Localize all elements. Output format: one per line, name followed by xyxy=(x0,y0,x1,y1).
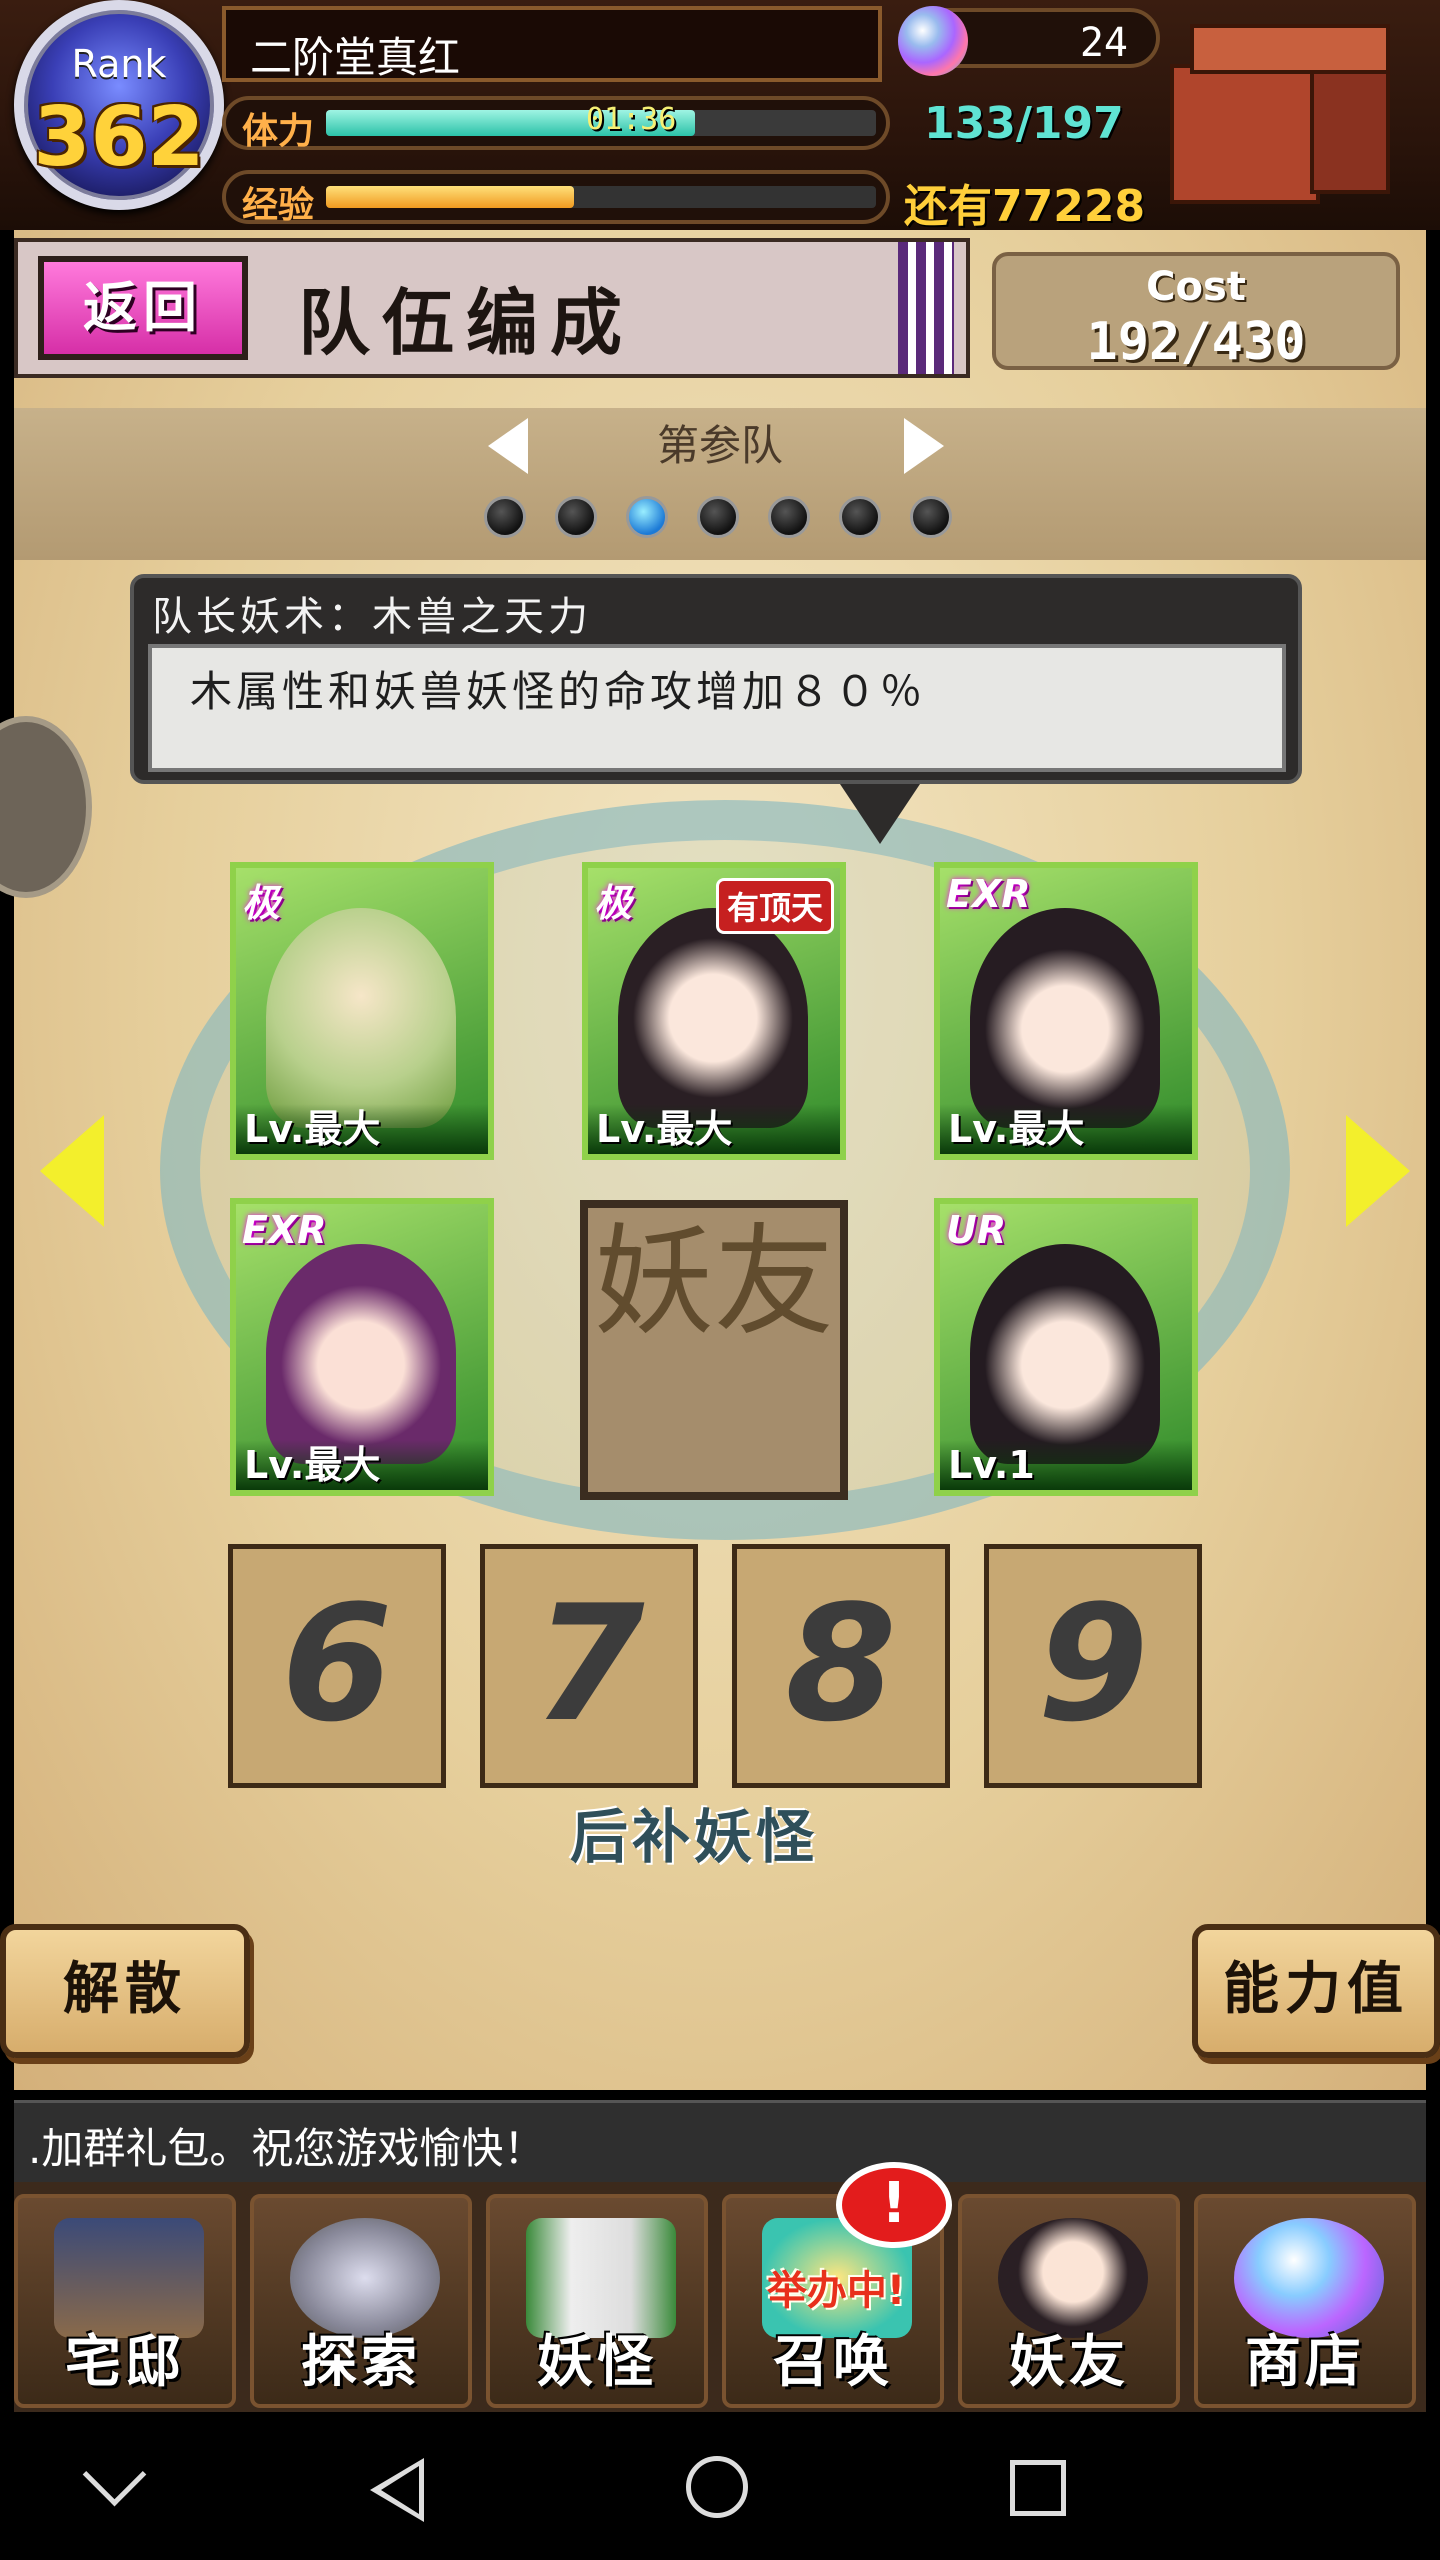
stamina-track: 01:36 xyxy=(326,102,876,137)
back-button[interactable]: 返回 xyxy=(38,256,248,360)
news-ticker: .加群礼包。祝您游戏愉快！ xyxy=(14,2100,1426,2183)
leader-skill-panel: 队长妖术：木兽之天力 木属性和妖兽妖怪的命攻增加８０％ xyxy=(130,574,1302,784)
card-level: Lv.1 xyxy=(940,1440,1192,1490)
leader-skill-description: 木属性和妖兽妖怪的命攻增加８０％ xyxy=(190,667,927,716)
sub-label: 后补妖怪 xyxy=(570,1803,819,1871)
card-portrait xyxy=(618,908,808,1128)
bottom-nav: 宅邸 探索 妖怪 举办中! 召唤 妖友 商店 xyxy=(14,2182,1426,2412)
rarity-badge: 极 xyxy=(594,881,633,925)
exp-remaining: 还有77228 xyxy=(904,181,1146,232)
stamina-bar: 体力 01:36 xyxy=(222,96,890,152)
leader-skill-desc-box: 木属性和妖兽妖怪的命攻增加８０％ xyxy=(148,644,1286,772)
title-decoration xyxy=(898,242,954,374)
card-portrait xyxy=(266,1244,456,1464)
disband-button[interactable]: 解散 xyxy=(0,1924,250,2058)
nav-label: 妖友 xyxy=(1009,2330,1129,2395)
android-nav-bar xyxy=(0,2412,1440,2560)
title-banner: 返回 队伍编成 xyxy=(14,238,970,378)
team-page-dot[interactable] xyxy=(626,496,668,538)
nav-label: 宅邸 xyxy=(65,2330,185,2395)
card-level: Lv.最大 xyxy=(236,1104,488,1154)
cost-value: 192/430 xyxy=(1086,312,1306,372)
team-page-dot[interactable] xyxy=(910,496,952,538)
rarity-badge: UR xyxy=(946,1208,1007,1252)
sub-slot-6[interactable]: 6 xyxy=(228,1544,446,1788)
team-page-dot[interactable] xyxy=(697,496,739,538)
stamina-timer: 01:36 xyxy=(586,102,677,137)
team-next-arrow-icon[interactable] xyxy=(904,418,944,474)
friend-slot[interactable]: 妖友 xyxy=(580,1200,848,1500)
speech-tail xyxy=(840,784,920,844)
team-card-1[interactable]: 极 Lv.最大 xyxy=(230,862,494,1160)
page-left-arrow-icon[interactable] xyxy=(40,1115,104,1227)
team-card-2[interactable]: 极 有顶天 Lv.最大 xyxy=(582,862,846,1160)
card-portrait xyxy=(970,908,1160,1128)
nav-friends[interactable]: 妖友 xyxy=(958,2194,1180,2408)
player-name-box[interactable]: 二阶堂真红 xyxy=(222,6,882,82)
team-prev-arrow-icon[interactable] xyxy=(488,418,528,474)
nav-label: 探索 xyxy=(301,2330,421,2395)
cost-box: Cost 192/430 xyxy=(992,252,1400,372)
team-page-dot[interactable] xyxy=(768,496,810,538)
rank-badge[interactable]: Rank 362 xyxy=(14,0,224,210)
page-right-arrow-icon[interactable] xyxy=(1346,1115,1410,1227)
ticker-text: .加群礼包。祝您游戏愉快！ xyxy=(28,2124,546,2173)
team-page-dot[interactable] xyxy=(484,496,526,538)
event-tag: 举办中! xyxy=(766,2268,906,2314)
nav-label: 召唤 xyxy=(773,2330,893,2395)
leader-tag: 有顶天 xyxy=(715,878,834,934)
rank-label: Rank xyxy=(71,42,167,86)
stats-button[interactable]: 能力值 xyxy=(1192,1924,1440,2058)
nav-explore[interactable]: 探索 xyxy=(250,2194,472,2408)
cost-label: Cost xyxy=(1146,264,1246,310)
friend-slot-label: 妖友 xyxy=(594,1213,834,1352)
team-name: 第参队 xyxy=(656,421,783,470)
exp-bar: 经验 xyxy=(222,170,890,226)
leader-skill-title: 队长妖术：木兽之天力 xyxy=(152,594,592,640)
event-alert-badge: ! xyxy=(836,2162,952,2248)
team-card-3[interactable]: EXR Lv.最大 xyxy=(934,862,1198,1160)
exp-fill xyxy=(326,186,574,208)
card-level: Lv.最大 xyxy=(588,1104,840,1154)
sub-slot-9[interactable]: 9 xyxy=(984,1544,1202,1788)
gem-count: 24 xyxy=(1079,20,1128,66)
player-name: 二阶堂真红 xyxy=(250,33,461,82)
rarity-badge: EXR xyxy=(946,872,1031,916)
card-level: Lv.最大 xyxy=(236,1440,488,1490)
nav-label: 妖怪 xyxy=(537,2330,657,2395)
gem-orb-icon xyxy=(898,6,968,76)
back-triangle-inner xyxy=(381,2466,419,2514)
sub-slot-7[interactable]: 7 xyxy=(480,1544,698,1788)
sub-slot-8[interactable]: 8 xyxy=(732,1544,950,1788)
card-level: Lv.最大 xyxy=(940,1104,1192,1154)
exp-label: 经验 xyxy=(242,185,315,226)
exp-track xyxy=(326,186,876,208)
nav-shop[interactable]: 商店 xyxy=(1194,2194,1416,2408)
card-portrait xyxy=(266,908,456,1128)
gem-counter[interactable]: 24 xyxy=(898,6,1160,76)
page-title: 队伍编成 xyxy=(298,281,635,365)
home-circle-icon[interactable] xyxy=(686,2456,748,2518)
rarity-badge: 极 xyxy=(242,881,281,925)
team-card-4[interactable]: EXR Lv.最大 xyxy=(230,1198,494,1496)
nav-mansion[interactable]: 宅邸 xyxy=(14,2194,236,2408)
nav-label: 商店 xyxy=(1245,2330,1365,2395)
nav-youkai[interactable]: 妖怪 xyxy=(486,2194,708,2408)
stamina-label: 体力 xyxy=(242,111,315,152)
hide-nav-chevron-icon[interactable] xyxy=(82,2442,147,2507)
rank-value: 362 xyxy=(33,90,205,185)
team-page-dot[interactable] xyxy=(839,496,881,538)
rarity-badge: EXR xyxy=(242,1208,327,1252)
gift-box-icon[interactable] xyxy=(1160,14,1400,210)
recents-square-icon[interactable] xyxy=(1010,2460,1066,2516)
card-portrait xyxy=(970,1244,1160,1464)
stamina-count: 133/197 xyxy=(924,98,1124,149)
team-page-dot[interactable] xyxy=(555,496,597,538)
team-card-5[interactable]: UR Lv.1 xyxy=(934,1198,1198,1496)
